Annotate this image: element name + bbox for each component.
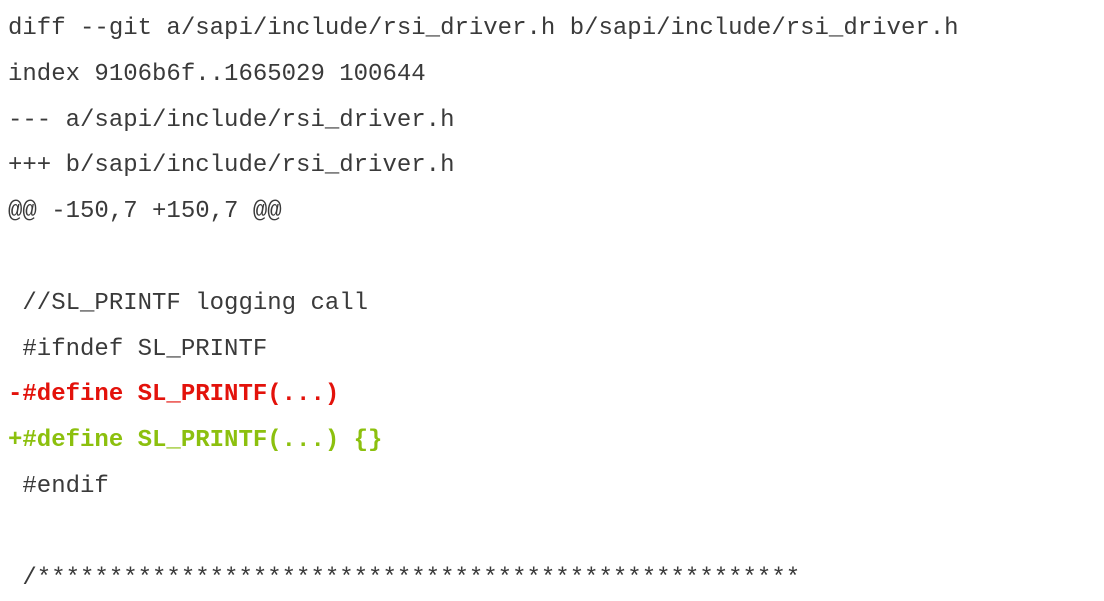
diff-context-line xyxy=(8,235,1098,281)
diff-context-line: //SL_PRINTF logging call xyxy=(8,289,369,317)
diff-old-file-header: --- a/sapi/include/rsi_driver.h xyxy=(8,106,455,134)
diff-removed-line: -#define SL_PRINTF(...) xyxy=(8,381,340,409)
diff-added-line: +#define SL_PRINTF(...) {} xyxy=(8,427,383,455)
diff-context-line: #endif xyxy=(8,472,109,500)
diff-git-header: diff --git a/sapi/include/rsi_driver.h b… xyxy=(8,15,959,42)
diff-context-line: /***************************************… xyxy=(8,564,801,592)
diff-context-line: #ifndef SL_PRINTF xyxy=(8,335,268,363)
diff-hunk-header: @@ -150,7 +150,7 @@ xyxy=(8,198,282,226)
diff-new-file-header: +++ b/sapi/include/rsi_driver.h xyxy=(8,152,455,180)
diff-view: diff --git a/sapi/include/rsi_driver.h b… xyxy=(8,6,1098,601)
diff-context-line xyxy=(8,510,1098,556)
diff-index-line: index 9106b6f..1665029 100644 xyxy=(8,60,426,88)
